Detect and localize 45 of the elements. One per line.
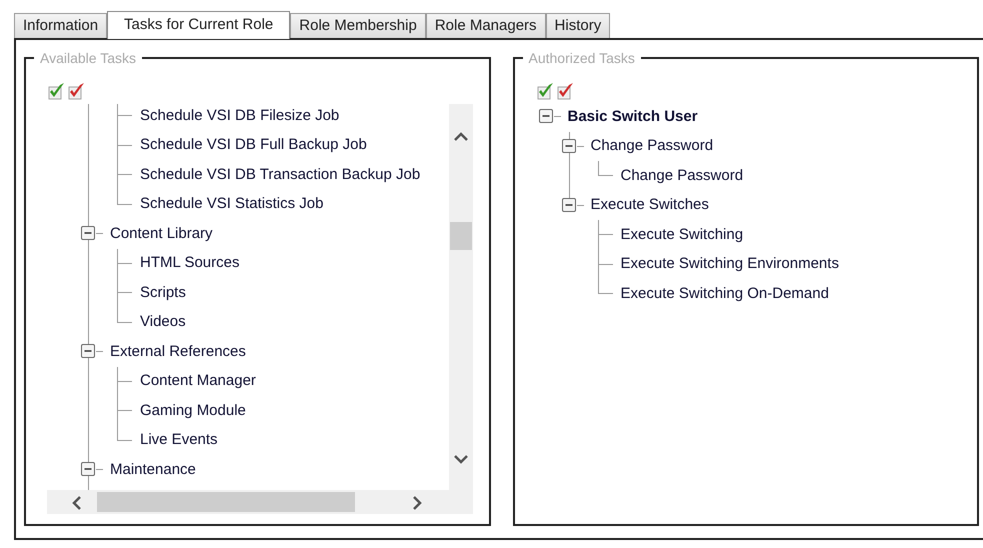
uncheck-all-icon[interactable]: [68, 82, 85, 100]
tree-item[interactable]: External References: [110, 340, 246, 363]
tree-item[interactable]: HTML Sources: [140, 252, 240, 274]
tree-item[interactable]: Execute Switches: [590, 194, 709, 216]
tree-item[interactable]: Execute Switching: [620, 224, 744, 246]
tree-item[interactable]: Content Manager: [140, 370, 256, 392]
tree-item[interactable]: Maintenance: [110, 458, 196, 481]
tab[interactable]: Role Managers: [426, 13, 546, 38]
tree-item[interactable]: Basic Switch User: [568, 106, 698, 128]
scroll-up-icon[interactable]: [454, 132, 468, 142]
tree-item[interactable]: Execute Switching Environments: [620, 253, 839, 276]
collapse-icon[interactable]: [538, 109, 554, 124]
tree-item[interactable]: Schedule VSI DB Full Backup Job: [140, 134, 367, 156]
scroll-thumb[interactable]: [97, 492, 355, 512]
check-all-icon[interactable]: [48, 82, 65, 100]
collapse-icon[interactable]: [562, 138, 576, 154]
tree-item[interactable]: Scripts: [140, 282, 186, 304]
tab[interactable]: Information: [14, 13, 108, 38]
tree-item[interactable]: Change Password: [590, 135, 714, 158]
scroll-down-icon[interactable]: [454, 454, 468, 464]
panel-title: Authorized Tasks: [528, 50, 636, 66]
collapse-icon[interactable]: [562, 198, 576, 213]
tab[interactable]: History: [546, 13, 610, 38]
tree-item[interactable]: Gaming Module: [140, 400, 246, 422]
check-all-icon[interactable]: [536, 82, 554, 100]
uncheck-all-icon[interactable]: [556, 82, 574, 100]
tree-item[interactable]: Live Events: [140, 429, 218, 452]
tree-item[interactable]: Schedule VSI DB Filesize Job: [140, 104, 340, 127]
panel-title: Available Tasks: [39, 50, 137, 66]
tree-item[interactable]: Change Password: [620, 164, 744, 187]
tab[interactable]: Tasks for Current Role: [107, 11, 290, 39]
collapse-icon[interactable]: [81, 462, 96, 478]
collapse-icon[interactable]: [81, 344, 96, 360]
collapse-icon[interactable]: [81, 226, 96, 242]
tree-item[interactable]: Videos: [140, 311, 186, 334]
tree-item[interactable]: Content Library: [110, 222, 213, 245]
tree-item[interactable]: Schedule VSI Statistics Job: [140, 193, 324, 216]
tree-item[interactable]: Execute Switching On-Demand: [620, 282, 829, 305]
tab[interactable]: Role Membership: [290, 13, 426, 38]
horizontal-scrollbar[interactable]: [47, 490, 473, 514]
tree-item[interactable]: Schedule VSI DB Transaction Backup Job: [140, 164, 420, 186]
vertical-scrollbar[interactable]: [449, 104, 473, 490]
scroll-right-icon[interactable]: [412, 496, 422, 510]
scroll-left-icon[interactable]: [72, 496, 82, 510]
scroll-thumb[interactable]: [450, 222, 472, 250]
